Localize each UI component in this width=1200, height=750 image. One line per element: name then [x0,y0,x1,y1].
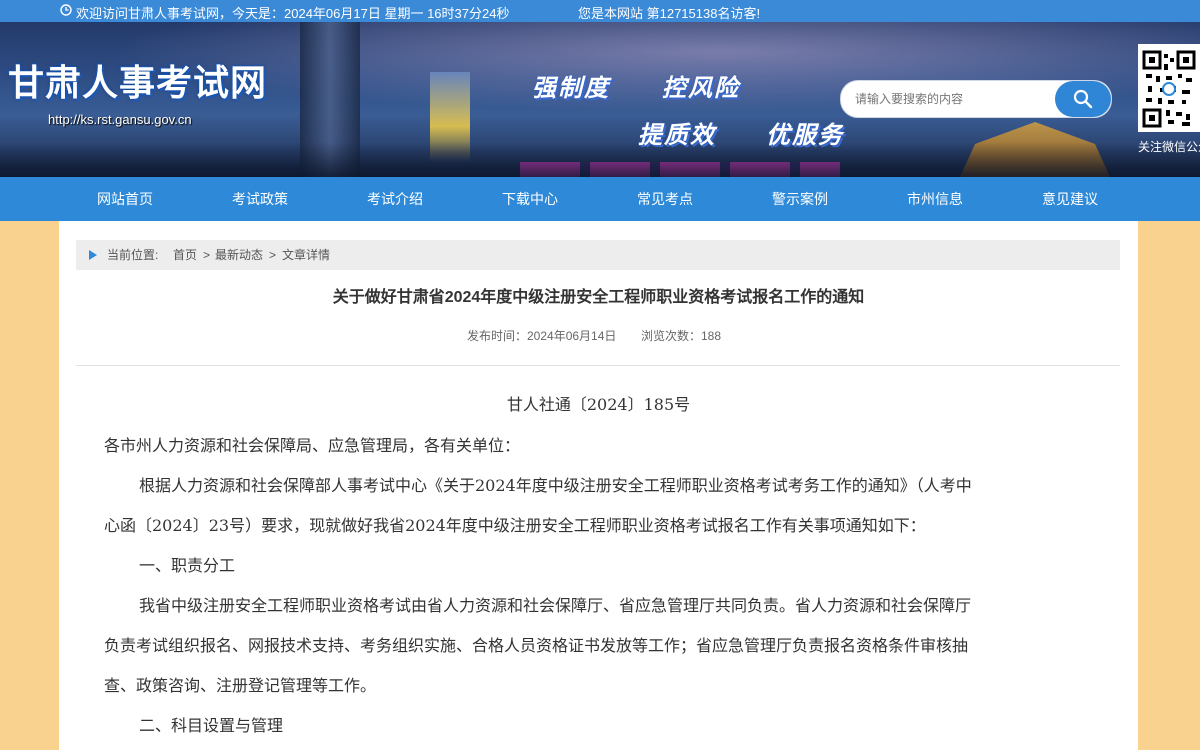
article-title: 关于做好甘肃省2024年度中级注册安全工程师职业资格考试报名工作的通知 [332,289,865,306]
slogan-2: 控风险 [662,73,740,102]
site-logo-title[interactable]: 甘肃人事考试网 [8,54,267,106]
wechat-qr [1138,44,1200,134]
breadcrumb-news[interactable]: 最新动态 [215,240,263,270]
main-nav: 网站首页 考试政策 考试介绍 下载中心 常见考点 警示案例 市州信息 意见建议 [0,177,1200,221]
view-count: 浏览次数：188 [641,329,722,343]
search-icon [1073,89,1093,109]
breadcrumb-label: 当前位置: [107,248,159,262]
qr-label: 关注微信公众号 [1138,140,1200,154]
article-container: 当前位置: 首页 > 最新动态 > 文章详情 关于做好甘肃省2024年度中级注册… [59,221,1138,750]
nav-home[interactable]: 网站首页 [65,177,185,221]
slogan-1: 强制度 [532,73,610,102]
clock-icon [60,4,72,16]
welcome-text: 欢迎访问甘肃人事考试网，今天是：2024年06月17日 星期一 16时37分24… [76,6,510,21]
top-info-bar: 欢迎访问甘肃人事考试网，今天是：2024年06月17日 星期一 16时37分24… [0,0,1200,22]
article-line: 心函〔2024〕23号）要求，现就做好我省2024年度中级注册安全工程师职业资格… [104,516,926,535]
article-line: 根据人力资源和社会保障部人事考试中心《关于2024年度中级注册安全工程师职业资格… [139,476,972,495]
banner-city-lights [0,142,1200,177]
slogan-3: 提质效 [638,120,716,149]
article-line: 我省中级注册安全工程师职业资格考试由省人力资源和社会保障厅、省应急管理厅共同负责… [139,596,972,615]
search-box [840,80,1112,118]
visitor-count: 您是本网站 第12715138名访客! [578,6,761,21]
qr-code-image [1138,44,1200,132]
nav-exam-intro[interactable]: 考试介绍 [335,177,455,221]
publish-date: 发布时间：2024年06月14日 [467,329,617,343]
right-margin [1138,221,1200,750]
section-heading: 一、职责分工 [139,556,236,575]
article-line: 各市州人力资源和社会保障局、应急管理局，各有关单位： [104,436,521,455]
nav-exam-sites[interactable]: 常见考点 [605,177,725,221]
article-line: 负责考试组织报名、网报技术支持、考务组织实施、合格人员资格证书发放等工作；省应急… [104,636,969,655]
breadcrumb-current: 文章详情 [282,248,331,262]
breadcrumb: 当前位置: 首页 > 最新动态 > 文章详情 [76,240,1120,270]
document-number: 甘人社通〔2024〕185号 [506,395,691,414]
nav-downloads[interactable]: 下载中心 [470,177,590,221]
search-input[interactable] [853,89,1057,109]
slogan-4: 优服务 [766,120,844,149]
breadcrumb-home[interactable]: 首页 [173,240,197,270]
triangle-right-icon [89,250,97,260]
breadcrumb-sep: > [269,248,277,262]
site-url: http://ks.rst.gansu.gov.cn [48,112,192,127]
nav-feedback[interactable]: 意见建议 [1010,177,1130,221]
article-line: 查、政策咨询、注册登记管理等工作。 [104,676,377,695]
breadcrumb-sep: > [203,248,211,262]
nav-exam-policy[interactable]: 考试政策 [200,177,320,221]
search-button[interactable] [1055,81,1111,117]
nav-warning-cases[interactable]: 警示案例 [740,177,860,221]
nav-city-info[interactable]: 市州信息 [875,177,995,221]
divider [76,365,1120,366]
qr-code-icon [1142,50,1196,130]
section-heading: 二、科目设置与管理 [139,716,284,735]
